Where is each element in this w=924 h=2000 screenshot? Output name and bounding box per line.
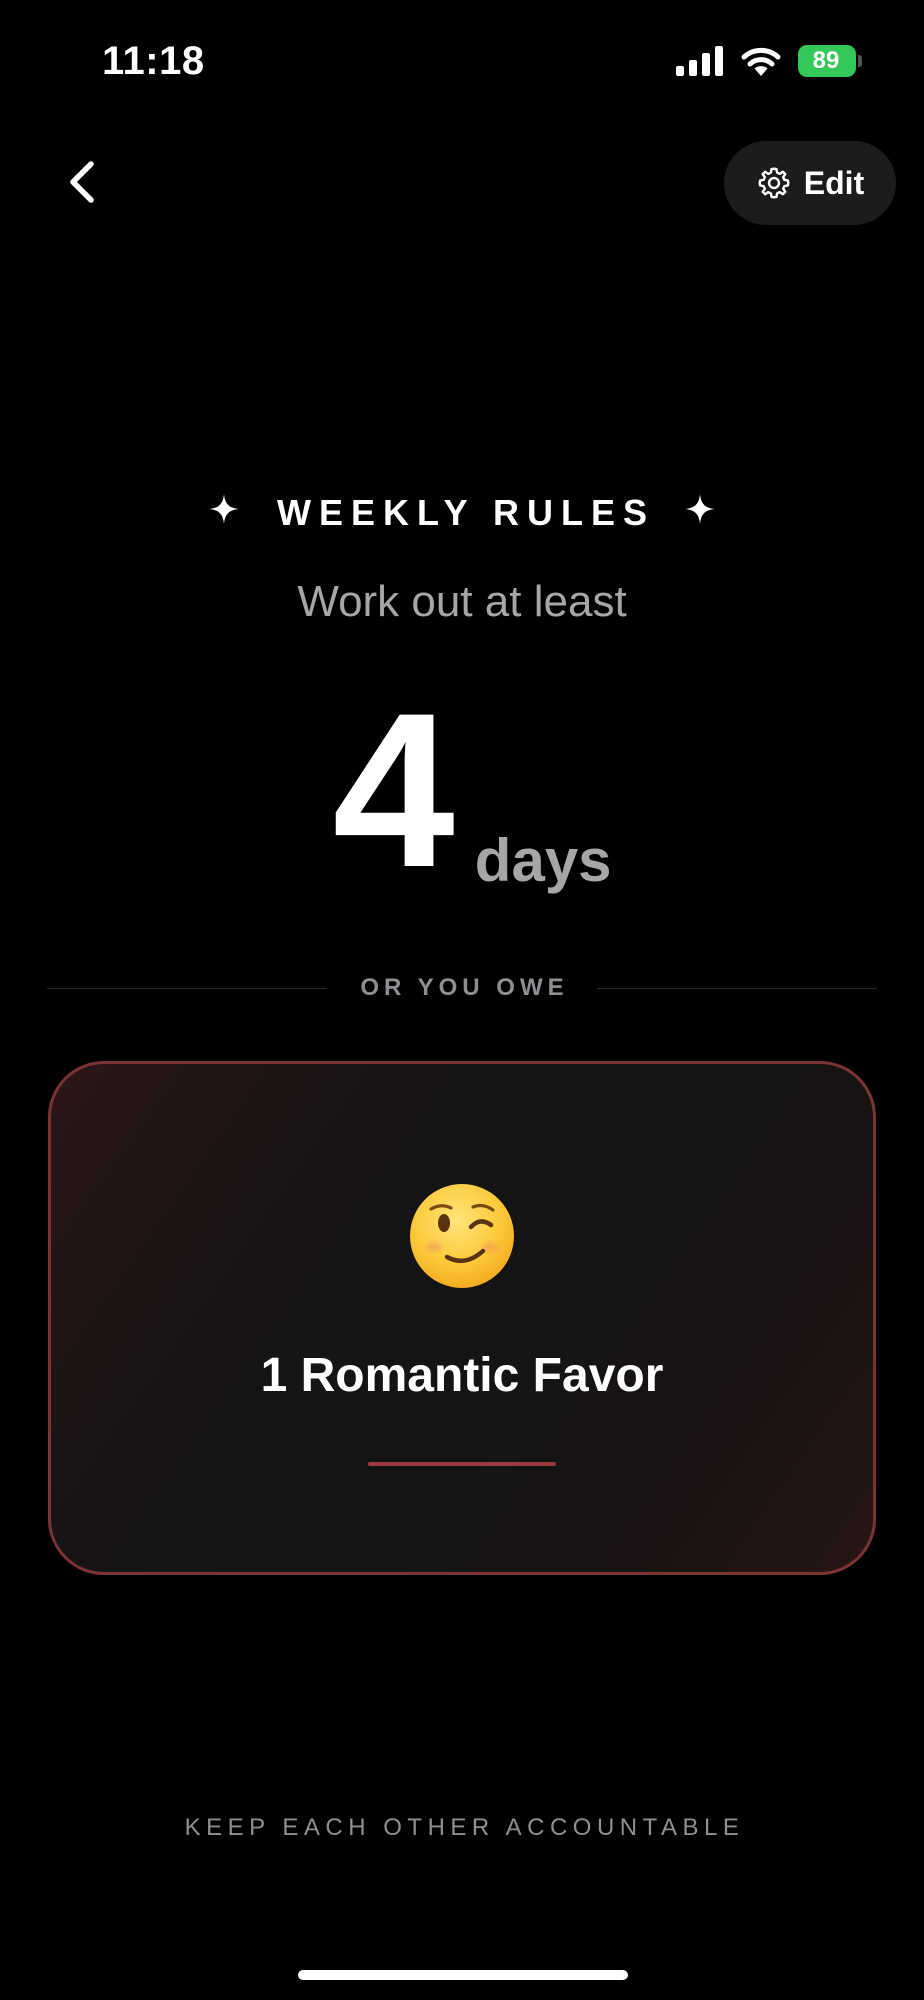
goal-display: 4 days: [0, 667, 924, 913]
penalty-card[interactable]: 1 Romantic Favor: [48, 1061, 876, 1575]
rule-description: Work out at least: [297, 577, 627, 626]
winking-face-icon: [51, 1181, 873, 1291]
gear-icon: [758, 167, 790, 199]
back-button[interactable]: [52, 152, 112, 212]
battery-tip: [858, 55, 862, 67]
weekly-rules-header: WEEKLY RULES: [0, 488, 924, 538]
penalty-accent-line: [368, 1462, 556, 1466]
battery-indicator: 89: [798, 45, 862, 77]
battery-level: 89: [798, 45, 856, 77]
signal-icon: [676, 46, 723, 76]
goal-number: 4: [332, 667, 455, 913]
divider-line: [596, 987, 877, 989]
status-time: 11:18: [102, 39, 205, 83]
footer-tagline: KEEP EACH OTHER ACCOUNTABLE: [184, 1814, 745, 1841]
chevron-left-icon: [70, 161, 94, 203]
goal-unit: days: [474, 827, 612, 894]
owe-divider: OR YOU OWE: [47, 968, 877, 1008]
home-indicator[interactable]: [298, 1970, 628, 1980]
status-icons: 89: [676, 42, 862, 80]
sparkle-icon: [685, 488, 716, 538]
edit-button[interactable]: Edit: [724, 141, 896, 225]
penalty-text: 1 Romantic Favor: [260, 1349, 664, 1402]
edit-label: Edit: [803, 164, 865, 201]
divider-line: [47, 987, 328, 989]
weekly-rules-title: WEEKLY RULES: [276, 492, 656, 533]
wifi-icon: [741, 47, 781, 76]
owe-label: OR YOU OWE: [360, 974, 569, 1001]
sparkle-icon: [208, 488, 239, 538]
